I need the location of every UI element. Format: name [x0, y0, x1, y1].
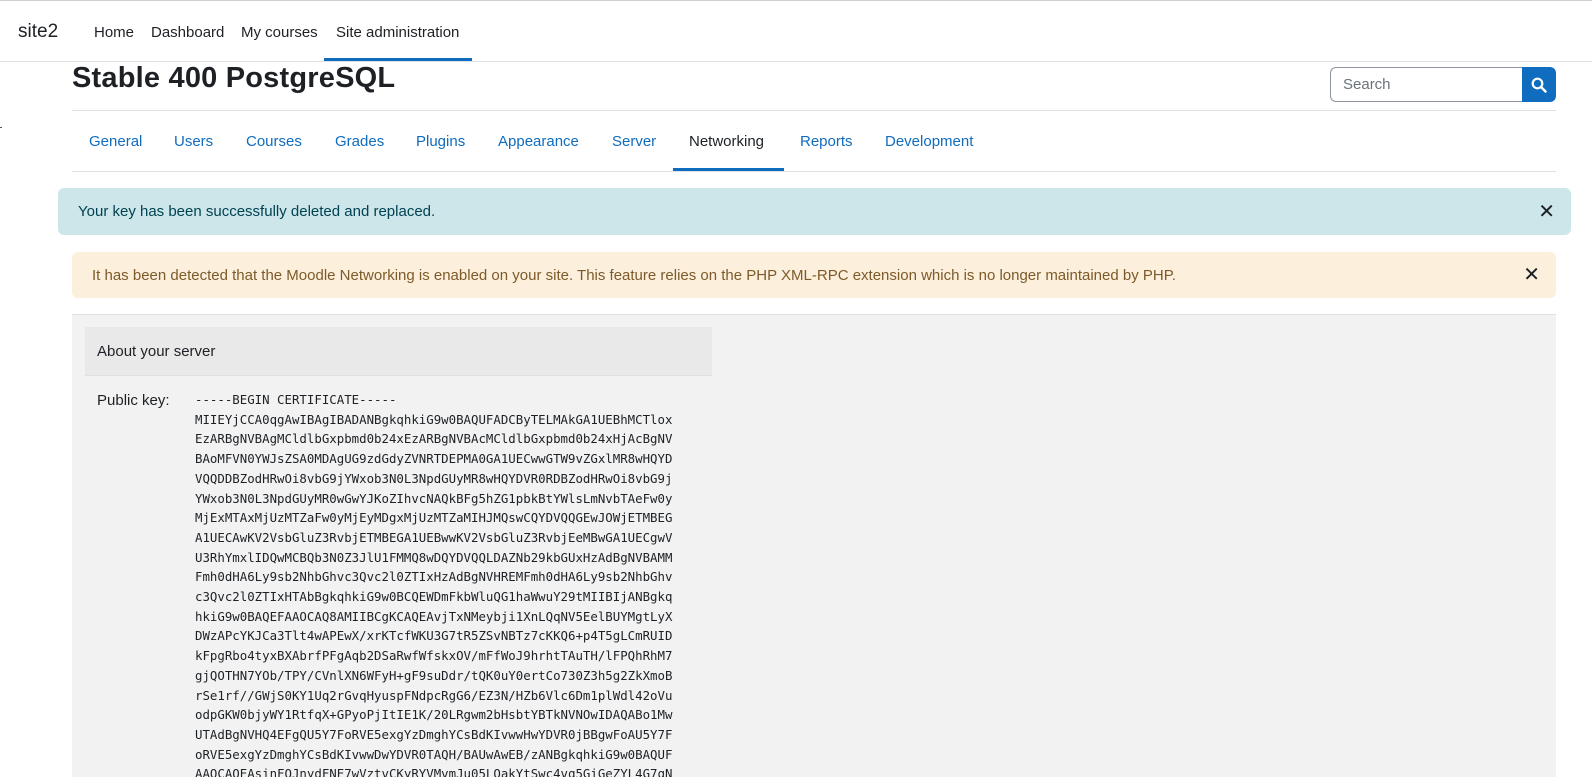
public-key-line: UTAdBgNVHQ4EFgQU5Y7FoRVE5exgYzDmghYCsBdK… [195, 726, 673, 742]
header-divider [72, 110, 1556, 111]
public-key-line: rSe1rf//GWjS0KY1Uq2rGvqHyuspFNdpcRgG6/EZ… [195, 687, 673, 703]
public-key-line: EzARBgNVBAgMCldlbGxpbmd0b24xEzARBgNVBAcM… [195, 431, 673, 447]
nav-dashboard[interactable]: Dashboard [151, 24, 224, 41]
tab-users[interactable]: Users [174, 133, 213, 150]
tab-server[interactable]: Server [612, 133, 656, 150]
page-title: Stable 400 PostgreSQL [72, 62, 396, 94]
close-icon[interactable]: ✕ [1523, 265, 1540, 285]
site-brand[interactable]: site2 [18, 21, 58, 43]
success-alert-message: Your key has been successfully deleted a… [78, 203, 436, 220]
public-key-line: kFpgRbo4tyxBXAbrfPFgAqb2DSaRwfWfskxOV/mF… [195, 648, 673, 664]
public-key-line: odpGKW0bjyWY1RtfqX+GPyoPjItIE1K/20LRgwm2… [195, 707, 673, 723]
success-alert: Your key has been successfully deleted a… [58, 188, 1571, 235]
tabs-divider [72, 171, 1556, 172]
public-key-line: BAoMFVN0YWJsZSA0MDAgUG9zdGdyZVNRTDEPMA0G… [195, 451, 673, 467]
public-key-line: -----BEGIN CERTIFICATE----- [195, 392, 397, 407]
search-icon [1531, 77, 1547, 93]
public-key-value: -----BEGIN CERTIFICATE----- MIIEYjCCA0qgA… [195, 390, 672, 777]
server-section-header: About your server [85, 327, 712, 376]
nav-home[interactable]: Home [94, 24, 134, 41]
tab-plugins[interactable]: Plugins [416, 133, 465, 150]
public-key-line: AAOCAQEAsinFQJnydFNE7wVztvCKyRYVMvmJu05L… [195, 766, 673, 777]
public-key-line: gjQOTHN7YOb/TPY/CVnlXN6WFyH+gF9suDdr/tQK… [195, 667, 673, 683]
warning-alert-message: It has been detected that the Moodle Net… [92, 266, 1176, 284]
public-key-line: Fmh0dHA6Ly9sb2NhbGhvc3Qvc2l0ZTIxHzAdBgNV… [195, 569, 673, 585]
tab-reports[interactable]: Reports [800, 133, 853, 150]
warning-alert: It has been detected that the Moodle Net… [72, 252, 1556, 298]
nav-site-administration[interactable]: Site administration [336, 24, 459, 41]
public-key-label: Public key: [97, 392, 170, 409]
public-key-line: c3Qvc2l0ZTIxHTAbBgkqhkiG9w0BCQEWDmFkbWlu… [195, 589, 673, 605]
public-key-line: A1UECAwKV2VsbGluZ3RvbjETMBEGA1UEBwwKV2Vs… [195, 529, 673, 545]
public-key-line: DWzAPcYKJCa3Tlt4wAPEwX/xrKTcfWKU3G7tR5ZS… [195, 628, 673, 644]
public-key-line: hkiG9w0BAQEFAAOCAQ8AMIIBCgKCAQEAvjTxNMey… [195, 608, 673, 624]
public-key-line: VQQDDBZodHRwOi8vbG9jYWxob3N0L3NpdGUyMR8w… [195, 470, 673, 486]
nav-my-courses[interactable]: My courses [241, 24, 318, 41]
tab-development[interactable]: Development [885, 133, 973, 150]
tab-general[interactable]: General [89, 133, 142, 150]
search-button[interactable] [1522, 67, 1556, 102]
edge-artifact [0, 127, 2, 128]
tab-appearance[interactable]: Appearance [498, 133, 579, 150]
nav-active-indicator [324, 58, 472, 61]
public-key-line: MjExMTAxMjUzMTZaFw0yMjEyMDgxMjUzMTZaMIHJ… [195, 510, 673, 526]
public-key-line: YWxob3N0L3NpdGUyMR0wGwYJKoZIhvcNAQkBFg5h… [195, 490, 673, 506]
tab-courses[interactable]: Courses [246, 133, 302, 150]
top-navbar: site2 Home Dashboard My courses Site adm… [0, 0, 1592, 62]
tab-grades[interactable]: Grades [335, 133, 384, 150]
public-key-line: MIIEYjCCA0qgAwIBAgIBADANBgkqhkiG9w0BAQUF… [195, 411, 673, 427]
public-key-line: oRVE5exgYzDmghYCsBdKIvwwDwYDVR0TAQH/BAUw… [195, 746, 673, 762]
tab-networking[interactable]: Networking [689, 133, 764, 150]
public-key-line: U3RhYmxlIDQwMCBQb3N0Z3JlU1FMMQ8wDQYDVQQL… [195, 549, 673, 565]
close-icon[interactable]: ✕ [1538, 202, 1555, 222]
search-input[interactable] [1330, 67, 1523, 102]
